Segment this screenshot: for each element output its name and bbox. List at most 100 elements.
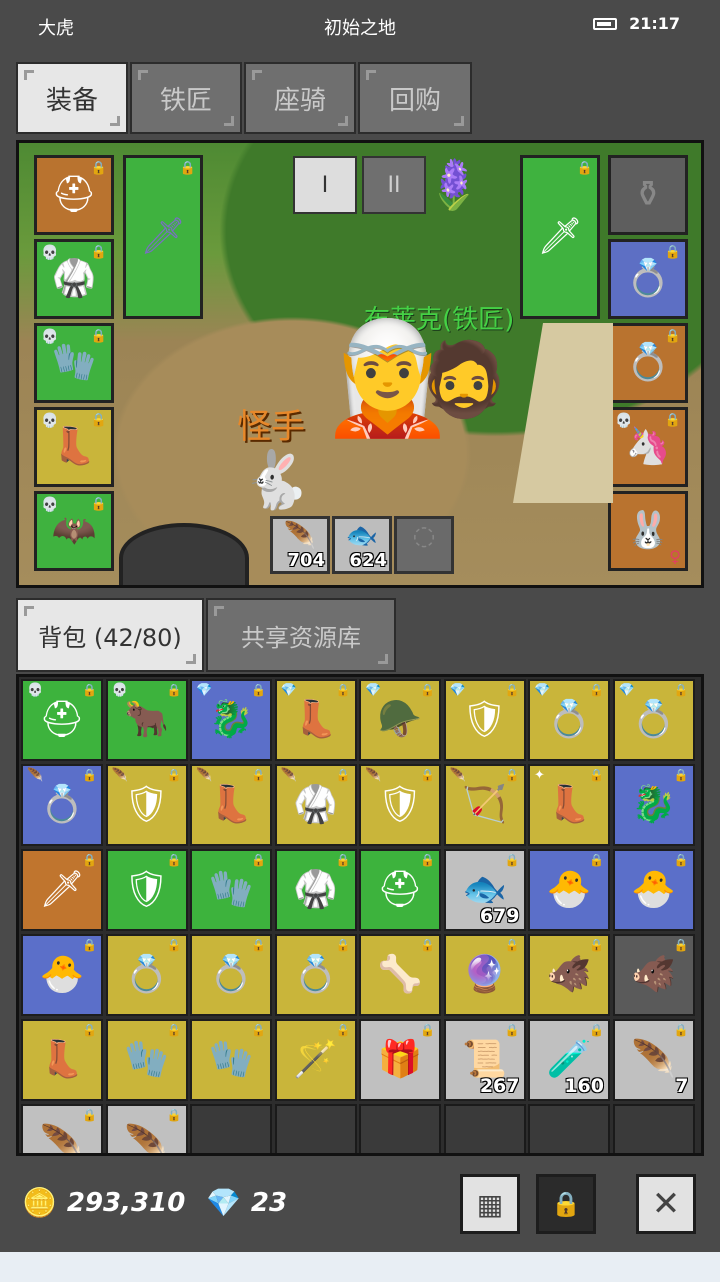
inventory-slot[interactable]: ✦ 🔒 👢	[528, 764, 610, 846]
equip-page-1-button[interactable]: I	[293, 156, 357, 214]
lock-icon: 🔒	[589, 683, 604, 697]
boar-icon: 🐗	[546, 954, 592, 995]
sort-grid-button[interactable]: ▦	[460, 1174, 520, 1234]
lock-icon: 🔒	[166, 1023, 182, 1037]
inventory-slot[interactable]: 🪶 🔒 💍	[21, 764, 103, 846]
inventory-slot[interactable]: 🔒 🗡	[21, 849, 103, 931]
equip-slot-ring-2[interactable]: 🔒 💍	[608, 323, 688, 403]
inventory-slot[interactable]: 🔒 🐉	[612, 764, 695, 846]
inventory-slot-empty[interactable]	[359, 1104, 441, 1153]
inventory-slot[interactable]: 🔒 🪶	[21, 1104, 103, 1153]
green-cloth-icon: 🎁	[377, 1039, 423, 1080]
inventory-slot[interactable]: 🔒 ⛑	[359, 849, 441, 931]
lock-icon: 🔒	[251, 768, 266, 782]
equip-slot-gloves[interactable]: 💀 🔒 🧤	[34, 323, 114, 403]
system-taskbar	[0, 1252, 720, 1282]
equip-slot-helmet[interactable]: 🔒 ⛑	[34, 155, 114, 235]
rabbit-pet-sprite[interactable]: 🐇	[241, 453, 311, 509]
tab-shared-storage[interactable]: 共享资源库	[206, 598, 396, 672]
inventory-slot[interactable]: 🔒 🐗	[612, 934, 695, 1016]
inventory-slot-empty[interactable]	[190, 1104, 272, 1153]
tab-backpack[interactable]: 背包 (42/80)	[16, 598, 204, 672]
inventory-slot[interactable]: 🔒 🧤	[190, 1019, 272, 1101]
equip-slot-ring-1[interactable]: 🔒 💍	[608, 239, 688, 319]
lock-icon: 🔒	[251, 853, 266, 867]
item-quality-tag-icon: 🪶	[449, 768, 466, 783]
inventory-slot-empty[interactable]	[612, 1104, 695, 1153]
inventory-slot-empty[interactable]	[443, 1104, 526, 1153]
lock-icon: 🔒	[504, 683, 520, 697]
equip-slot-amulet[interactable]: ⚱	[608, 155, 688, 235]
inventory-slot[interactable]: 🔒 🪄	[274, 1019, 357, 1101]
quick-slot-3[interactable]: ◌	[394, 516, 454, 574]
boar-icon: 🐗	[631, 954, 676, 995]
inventory-slot[interactable]: 🪶 🔒 🏹	[443, 764, 526, 846]
inventory-slot[interactable]: 🔒 🐣	[528, 849, 610, 931]
inventory-slot[interactable]: 💎 🔒 💍	[612, 679, 695, 761]
tab-buyback[interactable]: 回购	[358, 62, 472, 134]
inventory-slot[interactable]: 🔒 🧪 160	[528, 1019, 610, 1101]
orb-icon: 🔮	[462, 954, 507, 995]
equip-slot-pet[interactable]: 🐰 ♀	[608, 491, 688, 571]
equip-slot-boots[interactable]: 💀 🔒 👢	[34, 407, 114, 487]
inventory-slot[interactable]: 🔒 🐟 679	[443, 849, 526, 931]
helmet-icon: ⛑	[39, 699, 85, 740]
quick-slot-1[interactable]: 🪶 704	[270, 516, 330, 574]
inventory-slot[interactable]: 🔒 🥋	[274, 849, 357, 931]
quick-slot-2[interactable]: 🐟 624	[332, 516, 392, 574]
inventory-slot[interactable]: 🔒 💍	[274, 934, 357, 1016]
inventory-slot[interactable]: 🪶 🔒 🥋	[274, 764, 357, 846]
inventory-slot[interactable]: 🔒 🪶 7	[612, 1019, 695, 1101]
equip-slot-offhand[interactable]: 🔒 🗡	[123, 155, 203, 319]
equip-slot-shoulder[interactable]: 💀 🔒 🦇	[34, 491, 114, 571]
lock-icon: 🔒	[179, 161, 196, 176]
inventory-slot[interactable]: 🔒 🐗	[528, 934, 610, 1016]
inventory-slot[interactable]: 🔒 🪶	[105, 1104, 188, 1153]
item-count: 624	[349, 550, 387, 571]
close-button[interactable]: ✕	[636, 1174, 696, 1234]
shield-icon: 🛡	[123, 869, 170, 910]
inventory-slot-empty[interactable]	[528, 1104, 610, 1153]
lock-icon: 🔒	[90, 329, 107, 344]
ring-icon: 💍	[546, 699, 592, 740]
inventory-slot[interactable]: 🔒 🐣	[21, 934, 103, 1016]
item-quality-tag-icon: 💀	[111, 683, 128, 698]
tab-equipment[interactable]: 装备	[16, 62, 128, 134]
lavender-plant-icon: 🪻	[424, 157, 484, 213]
item-quality-tag-icon: 🪶	[27, 768, 44, 783]
inventory-slot[interactable]: 🪶 🔒 👢	[190, 764, 272, 846]
equip-page-2-button[interactable]: II	[362, 156, 426, 214]
equip-slot-mount[interactable]: 💀 🔒 🦄	[608, 407, 688, 487]
inventory-slot[interactable]: 🔒 🔮	[443, 934, 526, 1016]
inventory-slot[interactable]: 💎 🔒 🐉	[190, 679, 272, 761]
inventory-slot[interactable]: 💎 🔒 💍	[528, 679, 610, 761]
item-quality-tag-icon: 💎	[280, 683, 297, 698]
inventory-slot[interactable]: 🔒 🐣	[612, 849, 695, 931]
lock-mode-button[interactable]: 🔒	[536, 1174, 596, 1234]
inventory-slot[interactable]: 🔒 💍	[105, 934, 188, 1016]
tab-mount[interactable]: 座骑	[244, 62, 356, 134]
inventory-slot[interactable]: 🔒 👢	[21, 1019, 103, 1101]
tab-blacksmith[interactable]: 铁匠	[130, 62, 242, 134]
amulet-slot-icon: ⚱	[632, 174, 664, 215]
inventory-slot[interactable]: 🪶 🔒 🛡	[105, 764, 188, 846]
inventory-slot[interactable]: 💀 🔒 ⛑	[21, 679, 103, 761]
inventory-slot[interactable]: 🔒 🦴	[359, 934, 441, 1016]
equip-slot-weapon[interactable]: 🔒 🗡	[520, 155, 600, 319]
inventory-slot[interactable]: 💎 🔒 🪖	[359, 679, 441, 761]
inventory-slot[interactable]: 🔒 💍	[190, 934, 272, 1016]
inventory-slot[interactable]: 💎 🔒 👢	[274, 679, 357, 761]
inventory-slot[interactable]: 🪶 🔒 🛡	[359, 764, 441, 846]
lock-icon: 🔒	[82, 1023, 97, 1037]
inventory-slot[interactable]: 🔒 🎁	[359, 1019, 441, 1101]
inventory-slot[interactable]: 💀 🔒 🐂	[105, 679, 188, 761]
inventory-slot[interactable]: 💎 🔒 🛡	[443, 679, 526, 761]
blacksmith-npc-sprite[interactable]: 🧔	[419, 343, 509, 415]
inventory-slot-empty[interactable]	[274, 1104, 357, 1153]
inventory-slot[interactable]: 🔒 📜 267	[443, 1019, 526, 1101]
inventory-slot[interactable]: 🔒 🛡	[105, 849, 188, 931]
lock-icon: 🔒	[420, 1023, 435, 1037]
inventory-slot[interactable]: 🔒 🧤	[105, 1019, 188, 1101]
inventory-slot[interactable]: 🔒 🧤	[190, 849, 272, 931]
equip-slot-armor[interactable]: 💀 🔒 🥋	[34, 239, 114, 319]
